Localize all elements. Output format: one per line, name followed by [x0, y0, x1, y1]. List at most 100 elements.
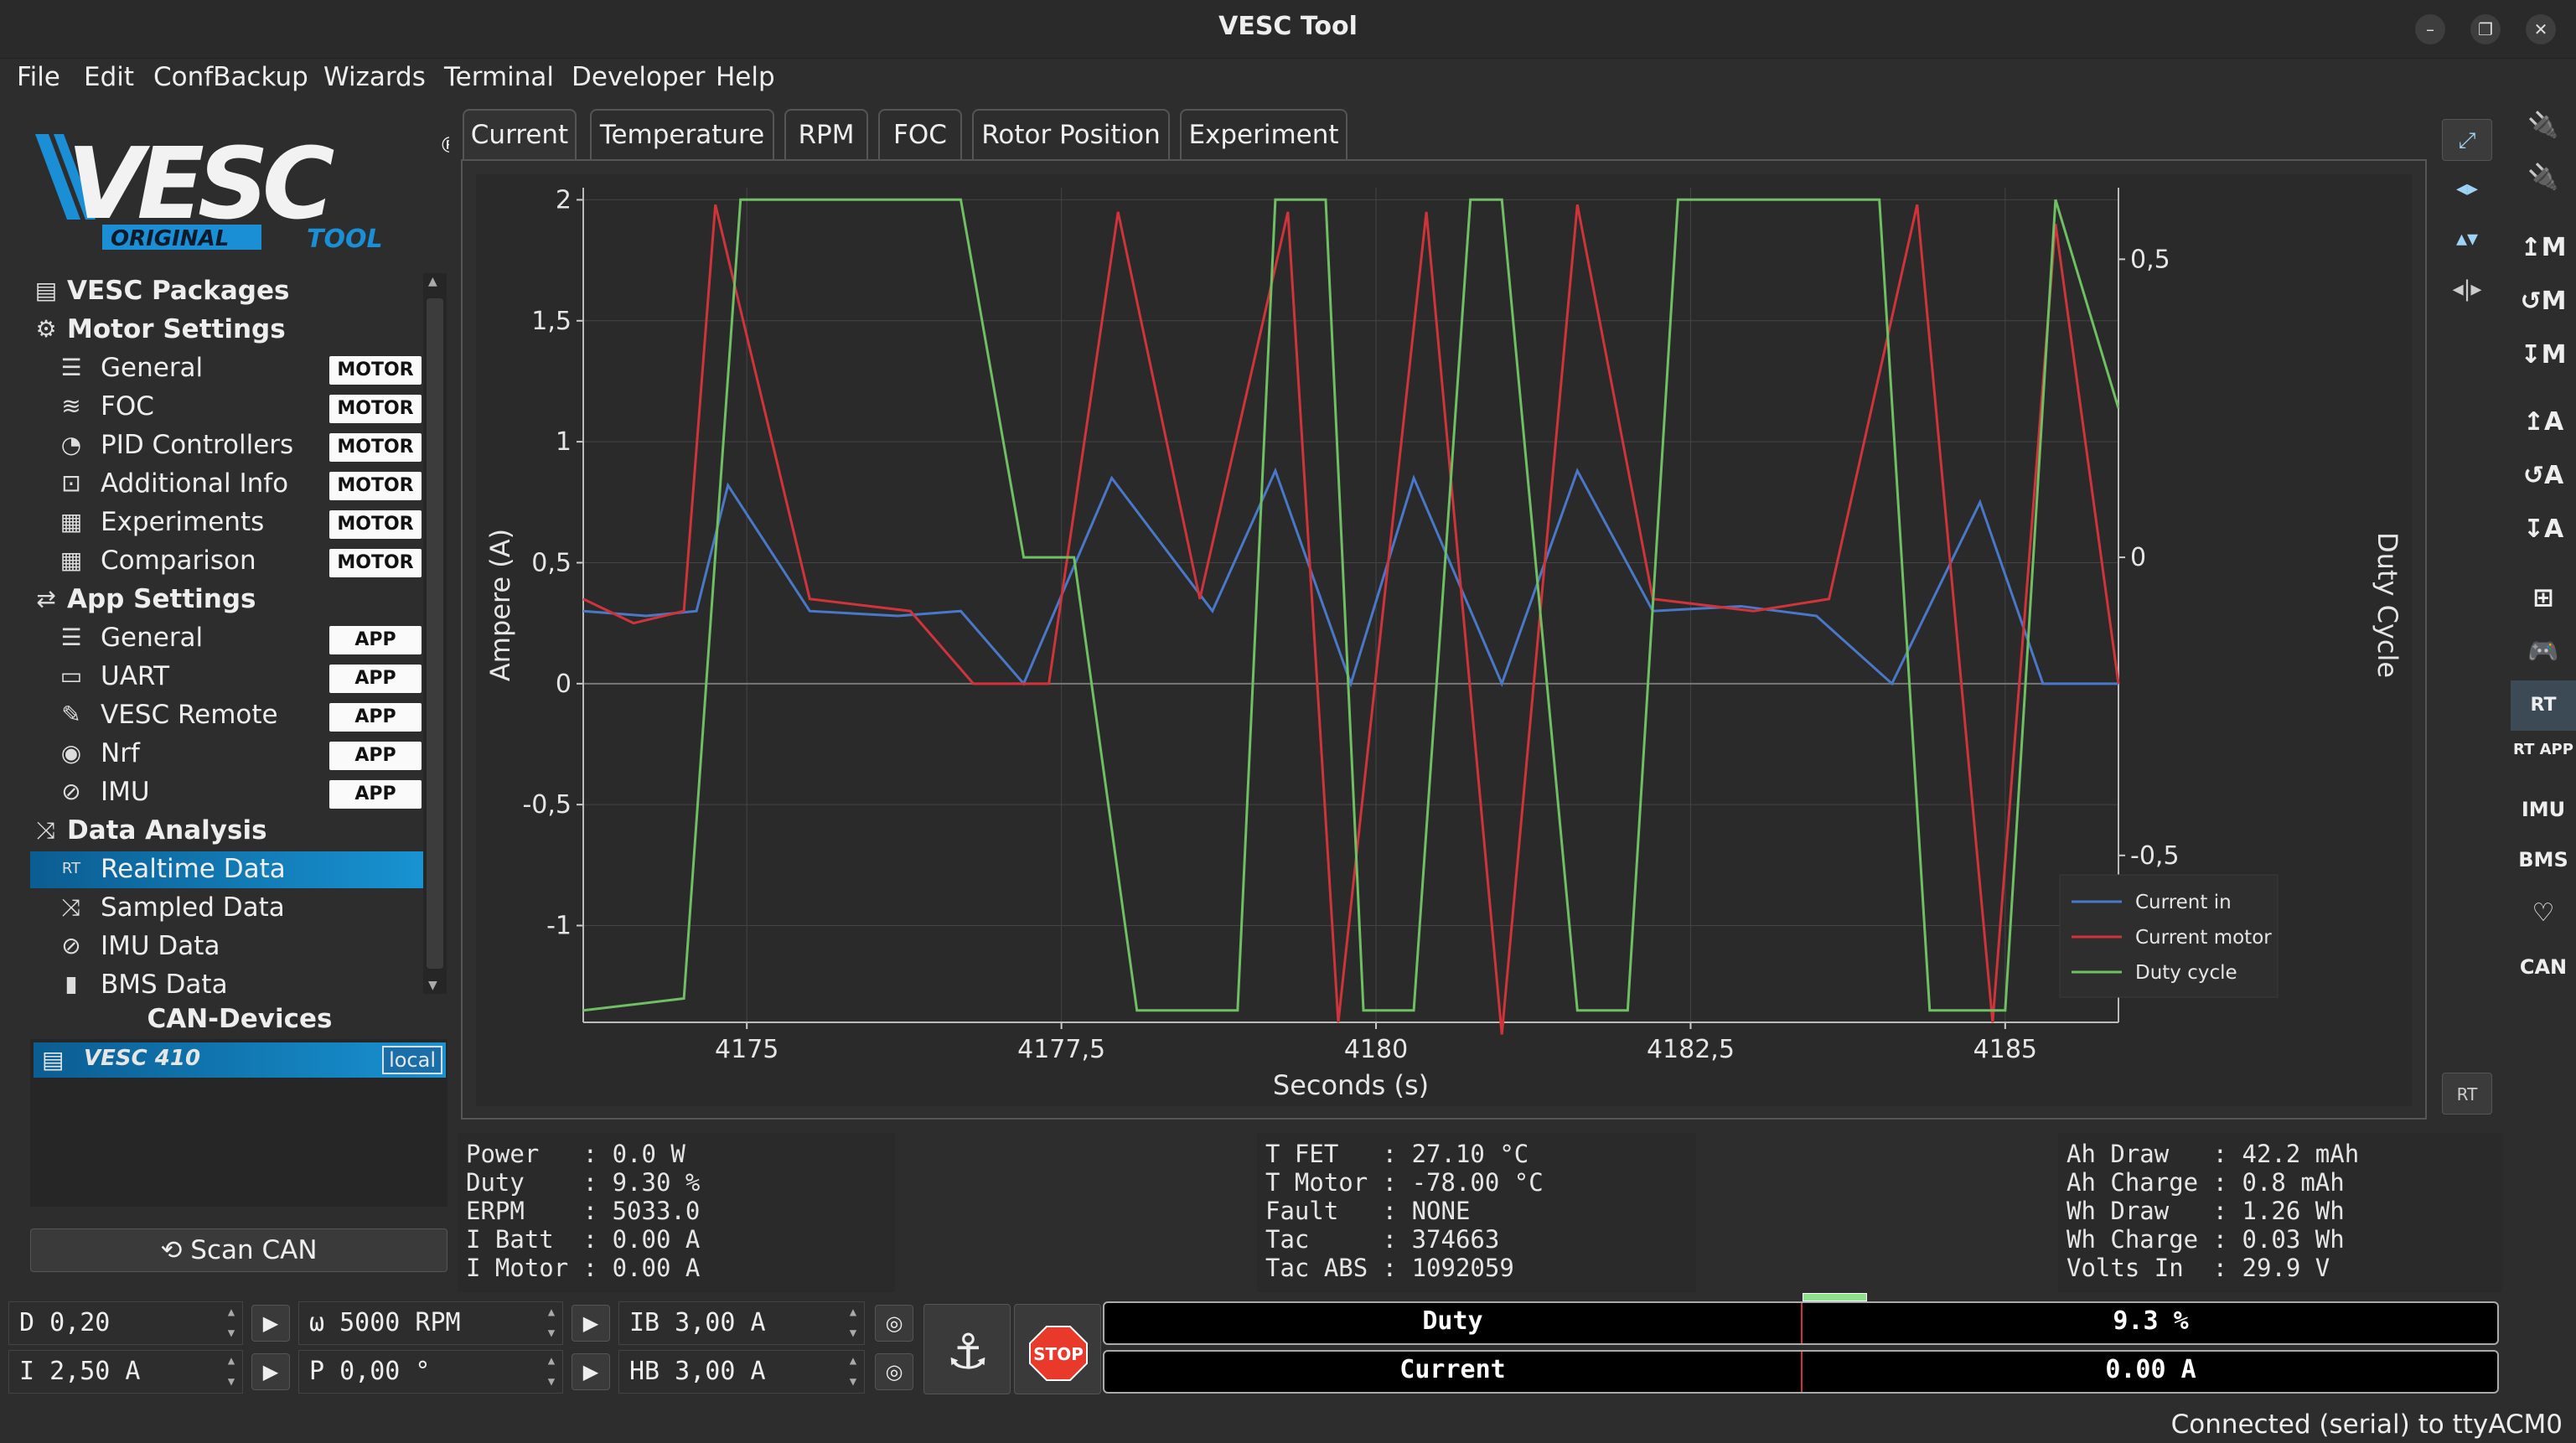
tree-item-label: Motor Settings [67, 314, 286, 344]
bms-icon[interactable]: BMS [2511, 835, 2576, 885]
menu-help[interactable]: Help [716, 62, 775, 92]
can-device-row[interactable]: ▤ VESC 410 local [34, 1042, 446, 1078]
handbrake-play-button[interactable]: ◎ [875, 1353, 913, 1390]
handbrake-input[interactable]: HB 3,00 A ▲ ▼ [618, 1350, 865, 1394]
menu-confbackup[interactable]: ConfBackup [153, 62, 308, 92]
read-default-app-config-icon[interactable]: ↺A [2511, 451, 2576, 501]
minimize-button[interactable]: – [2415, 14, 2445, 44]
tab-experiment[interactable]: Experiment [1180, 109, 1347, 161]
stop-label: STOP [1033, 1344, 1084, 1364]
write-motor-config-icon[interactable]: ↧M [2511, 330, 2576, 380]
duty-level-indicator [1803, 1293, 1868, 1301]
y2-tick-label: -0,5 [2130, 841, 2180, 871]
zoom-horizontal-icon[interactable]: ◂▸ [2442, 168, 2492, 209]
menu-file[interactable]: File [17, 62, 60, 92]
tree-item[interactable]: ⇄ App Settings [30, 582, 424, 618]
heart-icon[interactable]: ♡ [2511, 888, 2576, 939]
tree-item[interactable]: ☰ General APP [30, 620, 424, 657]
brake-current-value: IB 3,00 A [629, 1308, 766, 1337]
tree-item[interactable]: ⤨ Data Analysis [30, 813, 424, 850]
tree-item[interactable]: ⊡ Additional Info MOTOR [30, 466, 424, 503]
zoom-fit-icon[interactable]: ⤢ [2442, 119, 2492, 161]
duty-input[interactable]: D 0,20 ▲ ▼ [8, 1301, 243, 1345]
current-play-button[interactable]: ▶ [251, 1353, 290, 1390]
close-button[interactable]: ✕ [2526, 14, 2556, 44]
tree-item[interactable]: ◔ PID Controllers MOTOR [30, 427, 424, 464]
rpm-play-button[interactable]: ▶ [572, 1305, 610, 1342]
zoom-vertical-icon[interactable]: ▴▾ [2442, 218, 2492, 260]
anchor-button[interactable]: ⚓ [923, 1304, 1011, 1394]
tree-item[interactable]: ▦ Experiments MOTOR [30, 504, 424, 541]
position-input[interactable]: P 0,00 ° ▲ ▼ [298, 1350, 563, 1394]
tree-item[interactable]: ≋ FOC MOTOR [30, 389, 424, 426]
play-icon: ▶ [262, 1311, 279, 1335]
tree-item[interactable]: ◉ Nrf APP [30, 736, 424, 773]
current-chart[interactable]: 4175 4177,5 4180 4182,5 4185 -1 -0,5 0 0,5 1 1,5 2 -… [476, 174, 2412, 1106]
remote-control-icon[interactable]: ⊞ [2511, 573, 2576, 623]
brake-play-button[interactable]: ◎ [875, 1305, 913, 1342]
battery-icon: ▮ [65, 970, 78, 994]
read-default-motor-config-icon[interactable]: ↺M [2511, 277, 2576, 327]
tree-item[interactable]: ▮ BMS Data [30, 967, 424, 994]
y-axis-label: Ampere (A) [484, 529, 516, 681]
read-app-config-icon[interactable]: ↥A [2511, 397, 2576, 447]
tree-item-label: VESC Remote [101, 700, 278, 730]
tree-item[interactable]: ⚙ Motor Settings [30, 312, 424, 349]
realtime-data-icon[interactable]: RT [2511, 680, 2576, 731]
tree-item[interactable]: RT Realtime Data [30, 851, 424, 888]
tab-rotor-position[interactable]: Rotor Position [972, 109, 1170, 161]
tree-item[interactable]: ▭ UART APP [30, 659, 424, 696]
current-input[interactable]: I 2,50 A ▲ ▼ [8, 1350, 243, 1394]
motor-icon: ⚙ [35, 315, 57, 343]
spinner-arrows[interactable]: ▲ ▼ [541, 1302, 562, 1344]
tree-item-badge: MOTOR [329, 356, 422, 385]
imu-icon[interactable]: IMU [2511, 784, 2576, 835]
x-axis-label: Seconds (s) [1273, 1069, 1429, 1101]
stop-button[interactable]: STOP [1014, 1304, 1101, 1394]
tab-current[interactable]: Current [463, 109, 577, 161]
tree-item-badge: APP [329, 703, 422, 732]
brake-current-input[interactable]: IB 3,00 A ▲ ▼ [618, 1301, 865, 1345]
gamepad-icon[interactable]: 🎮 [2511, 627, 2576, 677]
menu-edit[interactable]: Edit [84, 62, 134, 92]
tree-item[interactable]: ⊘ IMU Data [30, 928, 424, 965]
maximize-button[interactable]: ❐ [2470, 14, 2501, 44]
spinner-arrows[interactable]: ▲ ▼ [541, 1351, 562, 1393]
tree-item[interactable]: ☰ General MOTOR [30, 350, 424, 387]
tab-foc[interactable]: FOC [878, 109, 962, 161]
tree-item-label: Experiments [101, 507, 265, 537]
menu-wizards[interactable]: Wizards [323, 62, 426, 92]
tree-item[interactable]: ⤨ Sampled Data [30, 890, 424, 927]
write-app-config-icon[interactable]: ↧A [2511, 504, 2576, 555]
disconnect-icon[interactable]: 🔌 [2511, 153, 2576, 203]
duty-play-button[interactable]: ▶ [251, 1305, 290, 1342]
tab-temperature[interactable]: Temperature [590, 109, 774, 161]
spinner-arrows[interactable]: ▲ ▼ [842, 1302, 864, 1344]
package-icon: ▤ [34, 277, 58, 304]
position-play-button[interactable]: ▶ [572, 1353, 610, 1390]
scroll-icon[interactable]: ◂|▸ [2442, 268, 2492, 310]
realtime-app-icon[interactable]: RT APP [2511, 734, 2576, 784]
spinner-arrows[interactable]: ▲ ▼ [220, 1302, 242, 1344]
tree-item[interactable]: ✎ VESC Remote APP [30, 697, 424, 734]
tree-item[interactable]: ▦ Comparison MOTOR [30, 543, 424, 580]
current-plot[interactable]: 4175 4177,5 4180 4182,5 4185 -1 -0,5 0 0,5 1 1,5 2 -… [476, 174, 2412, 1106]
tree-item-label: PID Controllers [101, 430, 294, 460]
rpm-input[interactable]: ω 5000 RPM ▲ ▼ [298, 1301, 563, 1345]
tree-item-label: VESC Packages [67, 276, 290, 306]
tree-scrollbar-thumb[interactable] [427, 298, 443, 969]
realtime-plot-icon[interactable]: RT [2442, 1073, 2492, 1115]
spinner-arrows[interactable]: ▲ ▼ [842, 1351, 864, 1393]
tree-item[interactable]: ▤ VESC Packages [30, 273, 424, 310]
read-motor-config-icon[interactable]: ↥M [2511, 223, 2576, 273]
can-forward-icon[interactable]: CAN [2511, 942, 2576, 992]
scan-can-button[interactable]: ⟲ Scan CAN [30, 1228, 447, 1272]
connect-icon[interactable]: 🔌 [2511, 101, 2576, 151]
tree-scrollbar[interactable]: ▲ ▼ [423, 273, 447, 994]
menu-developer[interactable]: Developer [572, 62, 705, 92]
menu-terminal[interactable]: Terminal [444, 62, 554, 92]
wireless-icon: ◉ [60, 739, 82, 767]
spinner-arrows[interactable]: ▲ ▼ [220, 1351, 242, 1393]
tree-item[interactable]: ⊘ IMU APP [30, 774, 424, 811]
tab-rpm[interactable]: RPM [784, 109, 868, 161]
